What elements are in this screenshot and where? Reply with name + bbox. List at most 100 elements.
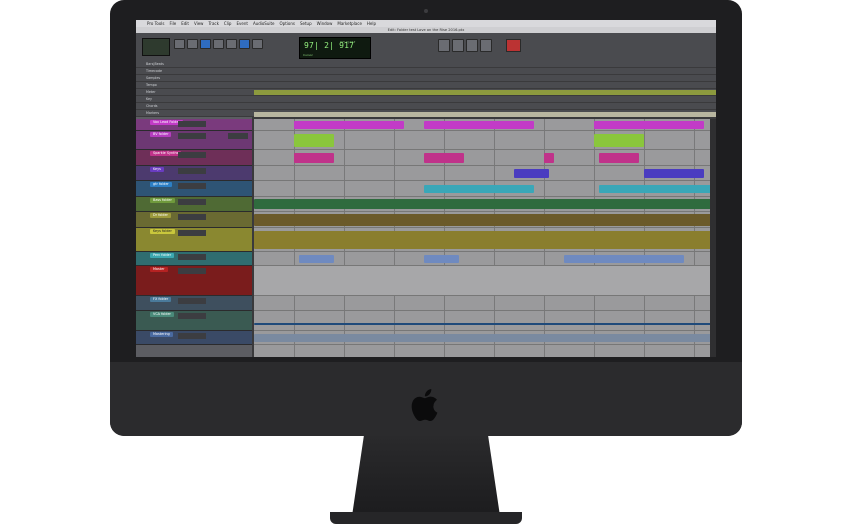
track-name[interactable]: BV folder xyxy=(150,132,172,137)
menu-item[interactable]: Event xyxy=(236,20,247,27)
track-header[interactable]: Sparkle Synths xyxy=(136,150,252,166)
edit-window-tracks[interactable] xyxy=(254,119,716,357)
track-io[interactable] xyxy=(228,133,248,139)
track-name[interactable]: Master xyxy=(150,267,168,272)
record-button[interactable] xyxy=(506,39,521,52)
track-name[interactable]: Mastering xyxy=(150,332,173,337)
ruler-chords[interactable]: Chords xyxy=(136,103,716,110)
track-header[interactable]: Dr folder xyxy=(136,212,252,228)
menu-item[interactable]: Window xyxy=(317,20,333,27)
clip[interactable] xyxy=(514,169,549,178)
ruler-samples[interactable]: Samples xyxy=(136,75,716,82)
selector-tool-button[interactable] xyxy=(200,39,211,49)
track-name[interactable]: Dr folder xyxy=(150,213,171,218)
smart-tool-button[interactable] xyxy=(252,39,263,49)
clip[interactable] xyxy=(424,121,534,129)
track-controls[interactable] xyxy=(178,298,206,304)
edit-mode-selector[interactable] xyxy=(142,38,170,56)
clip[interactable] xyxy=(544,153,554,163)
track-name[interactable]: VCA folder xyxy=(150,312,174,317)
track-controls[interactable] xyxy=(178,183,206,189)
track-controls[interactable] xyxy=(178,168,206,174)
clip[interactable] xyxy=(299,255,334,263)
track-name[interactable]: Perc folder xyxy=(150,253,175,258)
track-controls[interactable] xyxy=(178,199,206,205)
pencil-tool-button[interactable] xyxy=(239,39,250,49)
vertical-scrollbar[interactable] xyxy=(710,119,716,357)
scrubber-tool-button[interactable] xyxy=(226,39,237,49)
clip[interactable] xyxy=(424,185,534,193)
clip[interactable] xyxy=(294,134,334,147)
menu-item[interactable]: Options xyxy=(280,20,295,27)
zoom-tool-button[interactable] xyxy=(174,39,185,49)
ruler-key[interactable]: Key xyxy=(136,96,716,103)
track-controls[interactable] xyxy=(178,121,206,127)
rewind-button[interactable] xyxy=(438,39,450,52)
track-controls[interactable] xyxy=(178,254,206,260)
track-name[interactable]: Bass folder xyxy=(150,198,175,203)
track-header[interactable]: VCA folder xyxy=(136,311,252,331)
track-header[interactable]: Bass folder xyxy=(136,197,252,212)
clip[interactable] xyxy=(564,255,684,263)
track-header[interactable]: BV folder xyxy=(136,131,252,150)
menu-item[interactable]: View xyxy=(194,20,204,27)
track-header[interactable]: FX folder xyxy=(136,296,252,311)
track-controls[interactable] xyxy=(178,333,206,339)
trim-tool-button[interactable] xyxy=(187,39,198,49)
clip[interactable] xyxy=(424,153,464,163)
track-name[interactable]: Keys folder xyxy=(150,229,175,234)
fast-forward-button[interactable] xyxy=(480,39,492,52)
clip[interactable] xyxy=(644,169,704,178)
menu-item[interactable]: Help xyxy=(367,20,376,27)
track-lane xyxy=(254,266,716,296)
clip[interactable] xyxy=(254,334,714,342)
clip[interactable] xyxy=(294,121,404,129)
track-header[interactable]: Vox Lead Folder xyxy=(136,119,252,131)
clip[interactable] xyxy=(254,214,714,226)
menu-item[interactable]: AudioSuite xyxy=(253,20,275,27)
track-controls[interactable] xyxy=(178,214,206,220)
track-name[interactable]: gtr folder xyxy=(150,182,172,187)
track-name[interactable]: Sparkle Synths xyxy=(150,151,182,156)
menu-item[interactable]: Track xyxy=(208,20,218,27)
monitor-foot xyxy=(330,512,522,524)
ruler-bars-beats[interactable]: Bars|Beats xyxy=(136,61,716,68)
track-name[interactable]: FX folder xyxy=(150,297,172,302)
menu-item[interactable]: File xyxy=(169,20,176,27)
play-button[interactable] xyxy=(466,39,478,52)
track-lane xyxy=(254,131,716,150)
track-controls[interactable] xyxy=(178,313,206,319)
counter-cursor-label: Cursor xyxy=(303,53,313,57)
track-header[interactable]: Master xyxy=(136,266,252,296)
track-controls[interactable] xyxy=(178,268,206,274)
clip[interactable] xyxy=(594,134,644,147)
clip[interactable] xyxy=(599,153,639,163)
menu-item[interactable]: Setup xyxy=(300,20,312,27)
track-name[interactable]: Keys xyxy=(150,167,164,172)
track-header[interactable]: Mastering xyxy=(136,331,252,345)
track-controls[interactable] xyxy=(178,230,206,236)
clip[interactable] xyxy=(599,185,714,193)
track-header[interactable]: Keys xyxy=(136,166,252,181)
track-header[interactable]: Perc folder xyxy=(136,252,252,266)
counter-start[interactable]: 97| 2| 917 xyxy=(340,40,355,44)
automation-line[interactable] xyxy=(254,323,714,325)
track-header[interactable]: gtr folder xyxy=(136,181,252,197)
menu-item[interactable]: Clip xyxy=(224,20,232,27)
ruler-timecode[interactable]: Timecode xyxy=(136,68,716,75)
track-header[interactable]: Keys folder xyxy=(136,228,252,252)
menu-item[interactable]: Pro Tools xyxy=(147,20,164,27)
stop-button[interactable] xyxy=(452,39,464,52)
clip[interactable] xyxy=(294,153,334,163)
menu-item[interactable]: Marketplace xyxy=(337,20,362,27)
main-counter[interactable]: 97| 2| 917 97| 2| 917 Cursor xyxy=(299,37,371,59)
clip[interactable] xyxy=(424,255,459,263)
clip[interactable] xyxy=(594,121,704,129)
track-controls[interactable] xyxy=(178,133,206,139)
track-controls[interactable] xyxy=(178,152,206,158)
clip[interactable] xyxy=(254,199,714,209)
menu-item[interactable]: Edit xyxy=(181,20,189,27)
grabber-tool-button[interactable] xyxy=(213,39,224,49)
ruler-tempo[interactable]: Tempo xyxy=(136,82,716,89)
clip[interactable] xyxy=(254,231,714,249)
